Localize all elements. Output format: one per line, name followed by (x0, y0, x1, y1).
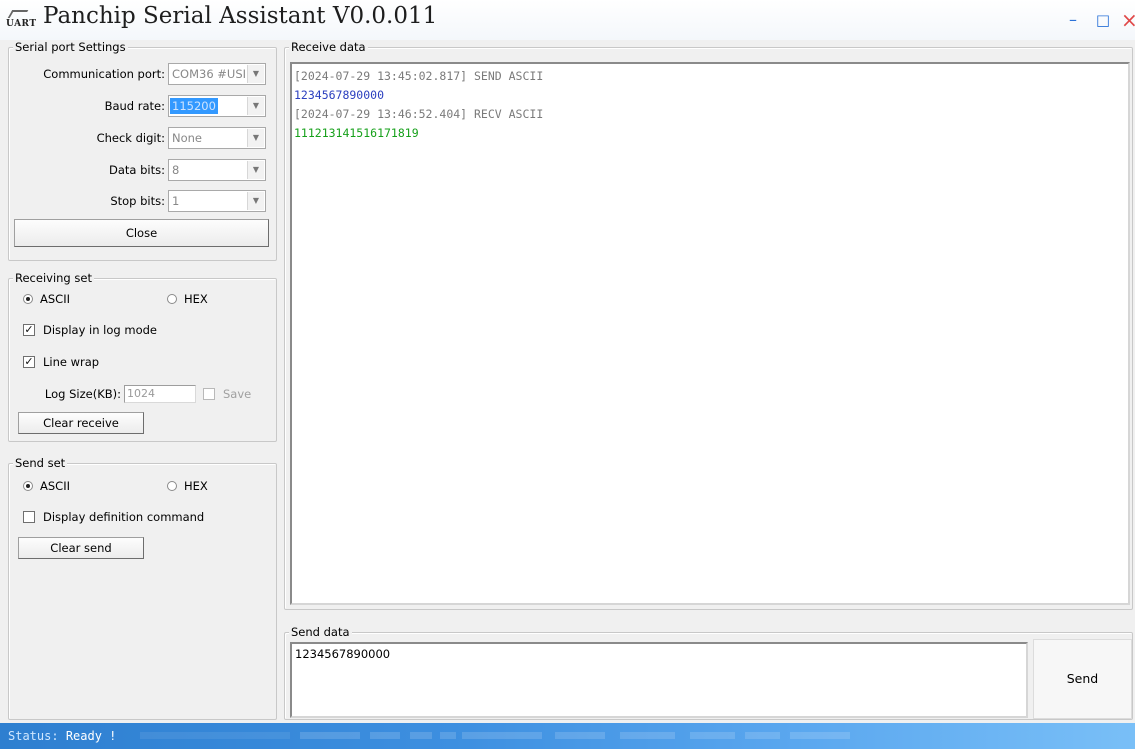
send-data-value: 1234567890000 (295, 647, 391, 661)
serial-port-settings-legend: Serial port Settings (13, 40, 128, 54)
title-bar[interactable]: UART Panchip Serial Assistant V0.0.011 –… (0, 0, 1135, 40)
radio-unselected-icon (167, 481, 177, 491)
status-label: Status: (8, 729, 59, 743)
stop-bits-label: Stop bits: (110, 194, 165, 208)
app-window: UART Panchip Serial Assistant V0.0.011 –… (0, 0, 1135, 749)
baud-rate-label: Baud rate: (104, 99, 165, 113)
communication-port-select[interactable]: COM36 #USI ▼ (168, 63, 266, 85)
chevron-down-icon[interactable]: ▼ (247, 161, 264, 179)
status-value: Ready ! (65, 729, 117, 743)
receive-data-textarea[interactable]: [2024-07-29 13:45:02.817] SEND ASCII 1234… (290, 62, 1130, 605)
radio-selected-icon (23, 481, 33, 491)
send-data-legend: Send data (289, 625, 352, 639)
check-digit-label: Check digit: (96, 131, 165, 145)
stop-bits-value: 1 (172, 194, 180, 208)
receiving-set-group: Receiving set ASCII HEX ✓ Display in log… (8, 271, 277, 442)
data-bits-label: Data bits: (109, 163, 165, 177)
radio-selected-icon (23, 294, 33, 304)
close-window-button[interactable]: × (1121, 10, 1135, 32)
check-digit-value: None (172, 131, 203, 145)
maximize-button[interactable]: □ (1092, 10, 1114, 32)
receiving-set-legend: Receiving set (13, 271, 94, 285)
checkbox-empty-icon (23, 511, 35, 523)
minimize-button[interactable]: – (1062, 10, 1084, 32)
receive-log-line: 111213141516171819 (294, 126, 419, 140)
baud-rate-select[interactable]: 115200 ▼ (168, 95, 266, 117)
log-size-input[interactable]: 1024 (124, 385, 196, 403)
receive-data-group: Receive data [2024-07-29 13:45:02.817] S… (284, 40, 1133, 610)
serial-port-settings-group: Serial port Settings Communication port:… (8, 40, 277, 261)
receive-log-line: 1234567890000 (294, 88, 385, 102)
radio-unselected-icon (167, 294, 177, 304)
data-bits-select[interactable]: 8 ▼ (168, 159, 266, 181)
send-data-input[interactable]: 1234567890000 (290, 642, 1028, 718)
receive-data-legend: Receive data (289, 40, 368, 54)
log-size-label: Log Size(KB): (44, 387, 121, 401)
clear-send-button[interactable]: Clear send (18, 537, 144, 559)
checkbox-empty-icon (203, 388, 215, 400)
send-set-group: Send set ASCII HEX Display definition co… (8, 456, 277, 720)
uart-logo-icon: UART (6, 10, 36, 32)
communication-port-value: COM36 #USI (172, 67, 247, 81)
status-bar: Status: Ready ! (0, 723, 1135, 749)
chevron-down-icon[interactable]: ▼ (247, 97, 264, 115)
stop-bits-select[interactable]: 1 ▼ (168, 190, 266, 212)
checkmark-icon: ✓ (23, 323, 35, 336)
close-port-button[interactable]: Close (14, 219, 269, 247)
window-title: Panchip Serial Assistant V0.0.011 (43, 3, 438, 29)
send-set-legend: Send set (13, 456, 68, 470)
clear-receive-button[interactable]: Clear receive (18, 412, 144, 434)
status-text: Status: Ready ! (8, 729, 116, 743)
send-button[interactable]: Send (1033, 639, 1132, 719)
check-digit-select[interactable]: None ▼ (168, 127, 266, 149)
communication-port-label: Communication port: (43, 67, 165, 81)
chevron-down-icon[interactable]: ▼ (247, 192, 264, 210)
receive-log-line: [2024-07-29 13:45:02.817] SEND ASCII (294, 69, 544, 83)
send-data-group: Send data 1234567890000 Send (284, 625, 1133, 720)
baud-rate-value: 115200 (170, 98, 218, 114)
receive-log-line: [2024-07-29 13:46:52.404] RECV ASCII (294, 107, 544, 121)
data-bits-value: 8 (172, 163, 180, 177)
chevron-down-icon[interactable]: ▼ (247, 65, 264, 83)
checkmark-icon: ✓ (23, 355, 35, 368)
chevron-down-icon[interactable]: ▼ (247, 129, 264, 147)
